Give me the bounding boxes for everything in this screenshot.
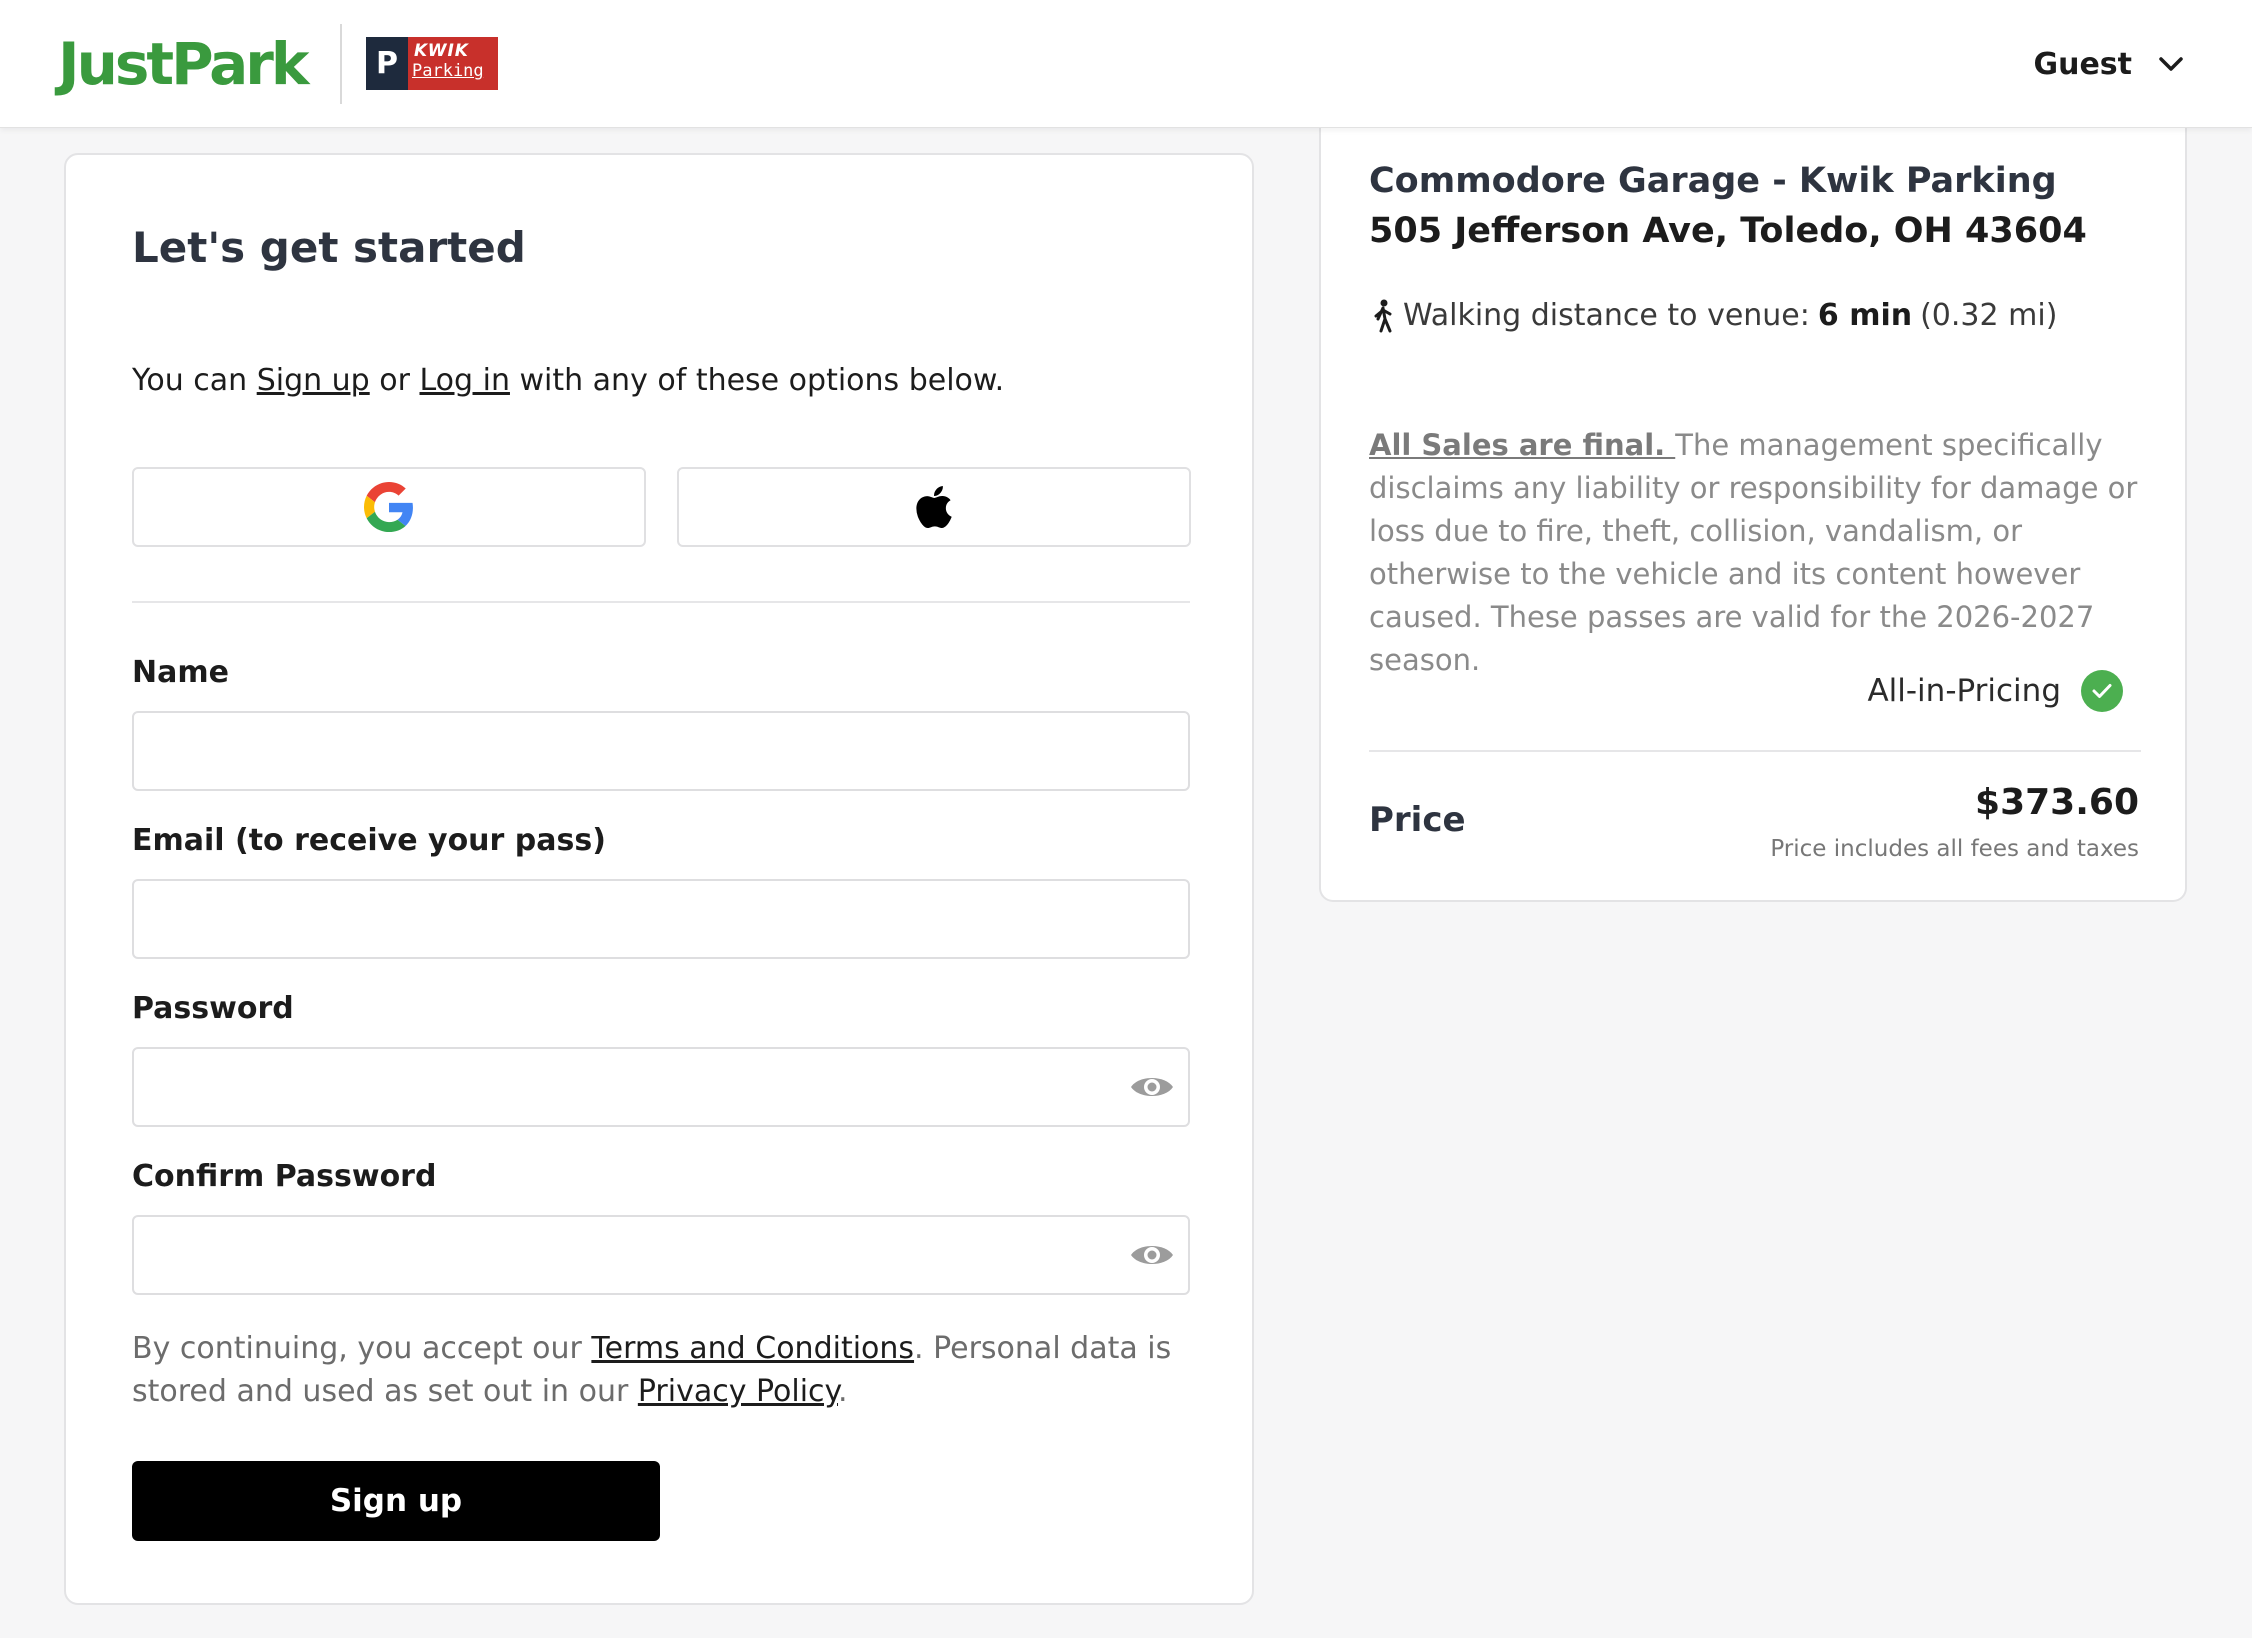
- apple-icon: [916, 486, 952, 528]
- show-confirm-password-eye-icon[interactable]: [1129, 1232, 1175, 1278]
- signup-link[interactable]: Sign up: [257, 363, 370, 398]
- price-divider: [1369, 750, 2141, 752]
- name-field[interactable]: [132, 711, 1190, 791]
- walking-person-icon: [1374, 299, 1392, 332]
- guest-label: Guest: [2033, 46, 2132, 82]
- walking-distance: Walking distance to venue: 6 min (0.32 mi): [1371, 298, 2057, 333]
- google-icon: [364, 482, 413, 532]
- walking-miles: (0.32 mi): [1920, 298, 2058, 333]
- google-signin-button[interactable]: [132, 467, 646, 547]
- intro-suffix: with any of these options below.: [509, 363, 1005, 398]
- email-label: Email (to receive your pass): [132, 823, 606, 858]
- price-value: $373.60: [1975, 782, 2139, 823]
- justpark-logo-text: JustPark: [58, 30, 309, 98]
- walking-time: 6 min: [1817, 298, 1913, 333]
- terms-suffix: .: [838, 1374, 848, 1409]
- logo-divider: [340, 24, 342, 104]
- walking-prefix: Walking distance to venue:: [1403, 298, 1810, 333]
- intro-text: You can Sign up or Log in with any of th…: [132, 363, 1004, 398]
- kwik-logo-p: P: [366, 37, 408, 90]
- disclaimer-text: The management specifically disclaims an…: [1369, 428, 2138, 677]
- price-label: Price: [1369, 800, 1466, 840]
- apple-signin-button[interactable]: [677, 467, 1191, 547]
- privacy-policy-link[interactable]: Privacy Policy: [638, 1374, 838, 1409]
- top-header: JustPark P KWIK Parking Guest: [0, 0, 2252, 128]
- password-field[interactable]: [132, 1047, 1190, 1127]
- justpark-logo[interactable]: JustPark: [58, 28, 309, 100]
- login-link[interactable]: Log in: [419, 363, 509, 398]
- intro-prefix: You can: [132, 363, 257, 398]
- sales-disclaimer: All Sales are final. The management spec…: [1369, 424, 2149, 682]
- signup-card: Let's get started You can Sign up or Log…: [64, 153, 1254, 1605]
- password-label: Password: [132, 991, 294, 1026]
- kwik-logo-kwik: KWIK: [414, 41, 469, 61]
- page-title: Let's get started: [132, 223, 526, 272]
- guest-menu[interactable]: Guest: [2033, 40, 2184, 88]
- booking-summary-card: Commodore Garage - Kwik Parking 505 Jeff…: [1319, 100, 2187, 902]
- venue-address: 505 Jefferson Ave, Toledo, OH 43604: [1369, 211, 2087, 251]
- terms-text: By continuing, you accept our Terms and …: [132, 1327, 1172, 1413]
- kwik-logo-parking: Parking: [412, 61, 484, 81]
- intro-or: or: [369, 363, 420, 398]
- chevron-down-icon: [2159, 57, 2183, 71]
- check-circle-icon: [2081, 670, 2123, 712]
- kwik-logo-red-box: KWIK Parking: [408, 37, 498, 90]
- all-in-pricing-label: All-in-Pricing: [1867, 673, 2061, 709]
- confirm-password-label: Confirm Password: [132, 1159, 437, 1194]
- signup-button[interactable]: Sign up: [132, 1461, 660, 1541]
- terms-prefix: By continuing, you accept our: [132, 1331, 592, 1366]
- kwik-parking-logo: P KWIK Parking: [366, 37, 498, 90]
- email-field[interactable]: [132, 879, 1190, 959]
- show-password-eye-icon[interactable]: [1129, 1064, 1175, 1110]
- section-divider: [132, 601, 1190, 603]
- price-note: Price includes all fees and taxes: [1770, 836, 2139, 862]
- terms-and-conditions-link[interactable]: Terms and Conditions: [591, 1331, 914, 1366]
- confirm-password-field[interactable]: [132, 1215, 1190, 1295]
- venue-name: Commodore Garage - Kwik Parking: [1369, 161, 2057, 201]
- all-in-pricing-badge: All-in-Pricing: [1867, 670, 2123, 712]
- name-label: Name: [132, 655, 229, 690]
- all-sales-final-link[interactable]: All Sales are final.: [1369, 428, 1675, 462]
